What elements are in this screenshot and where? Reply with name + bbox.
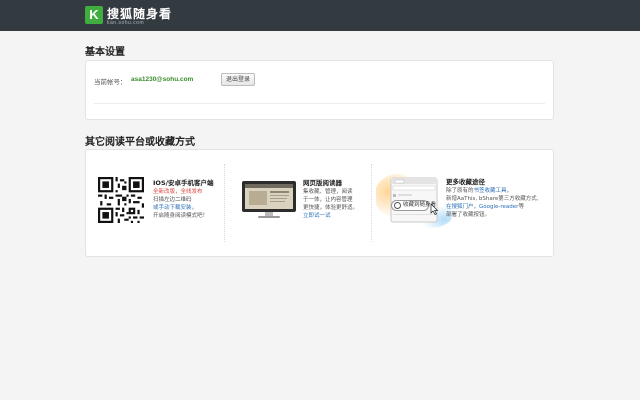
account-email: asa1230@sohu.com [131,76,194,83]
more-ways-section: 收藏到随身看 更多收藏途径 除了原有的书签收藏工具， 新增AaThis, bSh… [86,150,555,257]
other-platforms-title: 其它阅读平台或收藏方式 [85,137,195,148]
bookmark-icon [394,202,401,209]
more-ways-line2: 新增AaThis, bShare第三方收藏方式, [446,196,539,202]
google-reader-link[interactable]: Google-reader [479,204,518,210]
brand-url: kan.sohu.com [107,20,145,26]
more-ways-title: 更多收藏途径 [446,178,485,186]
other-platforms-card: IOS/安卓手机客户端 全新改版，全线发布 扫描左边二维码 或手动下载安装， 开… [85,149,554,257]
more-ways-line3: 在搜狐门户，Google-reader等 [446,203,524,211]
more-ways-line1-suffix: ， [506,188,513,194]
cursor-icon [430,204,439,215]
top-bar: K 搜狐随身看 kan.sohu.com [0,0,640,31]
more-ways-line3-suffix: 等 [518,204,524,210]
more-ways-line1: 除了原有的书签收藏工具， [446,187,512,195]
basic-settings-title: 基本设置 [85,47,125,58]
logo-icon[interactable]: K [85,6,103,24]
save-to-kan-button[interactable]: 收藏到随身看 [391,200,436,211]
more-ways-line4: 部署了收藏按钮。 [446,212,491,218]
divider [94,103,545,104]
sohu-portal-link[interactable]: 在搜狐门户 [446,204,474,210]
logout-button[interactable]: 退出登录 [221,73,255,86]
bookmark-tool-link[interactable]: 书签收藏工具 [474,188,507,194]
basic-settings-card: 当前帐号： asa1230@sohu.com 退出登录 [85,60,554,120]
account-label: 当前帐号： [94,78,127,86]
more-ways-line1-prefix: 除了原有的 [446,188,474,194]
